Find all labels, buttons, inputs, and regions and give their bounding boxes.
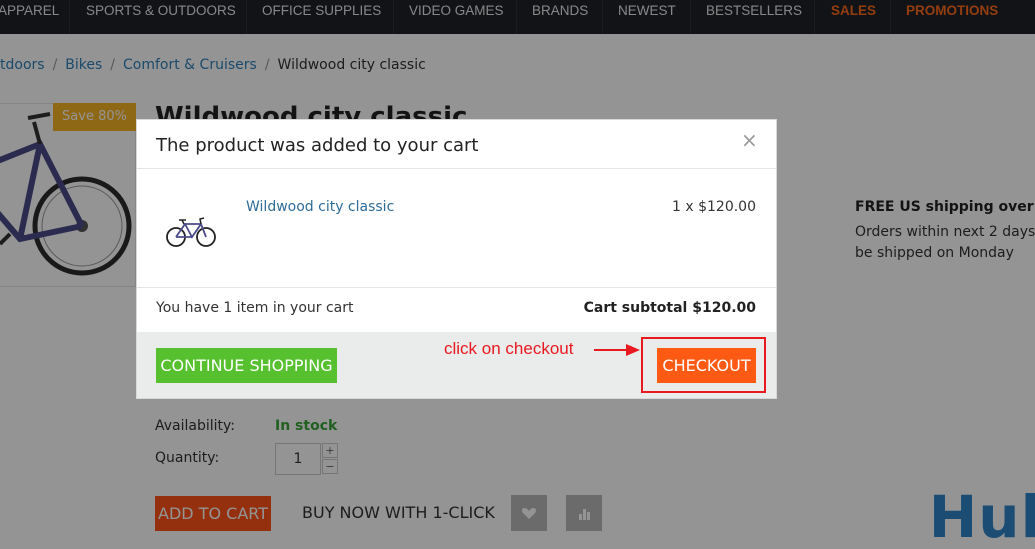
continue-shopping-button[interactable]: CONTINUE SHOPPING xyxy=(156,348,337,383)
annotation-arrow-icon xyxy=(594,344,640,356)
modal-divider xyxy=(137,168,776,169)
modal-divider xyxy=(137,287,776,288)
cart-subtotal: Cart subtotal $120.00 xyxy=(583,300,756,316)
close-icon[interactable]: × xyxy=(741,130,758,150)
cart-item-thumbnail xyxy=(166,217,216,247)
cart-item-price: 1 x $120.00 xyxy=(672,199,756,215)
annotation-text: click on checkout xyxy=(444,339,574,358)
annotation-highlight-box xyxy=(641,337,766,393)
cart-item-count: You have 1 item in your cart xyxy=(156,300,354,316)
cart-item-name[interactable]: Wildwood city classic xyxy=(246,199,394,215)
modal-title: The product was added to your cart xyxy=(156,135,479,156)
